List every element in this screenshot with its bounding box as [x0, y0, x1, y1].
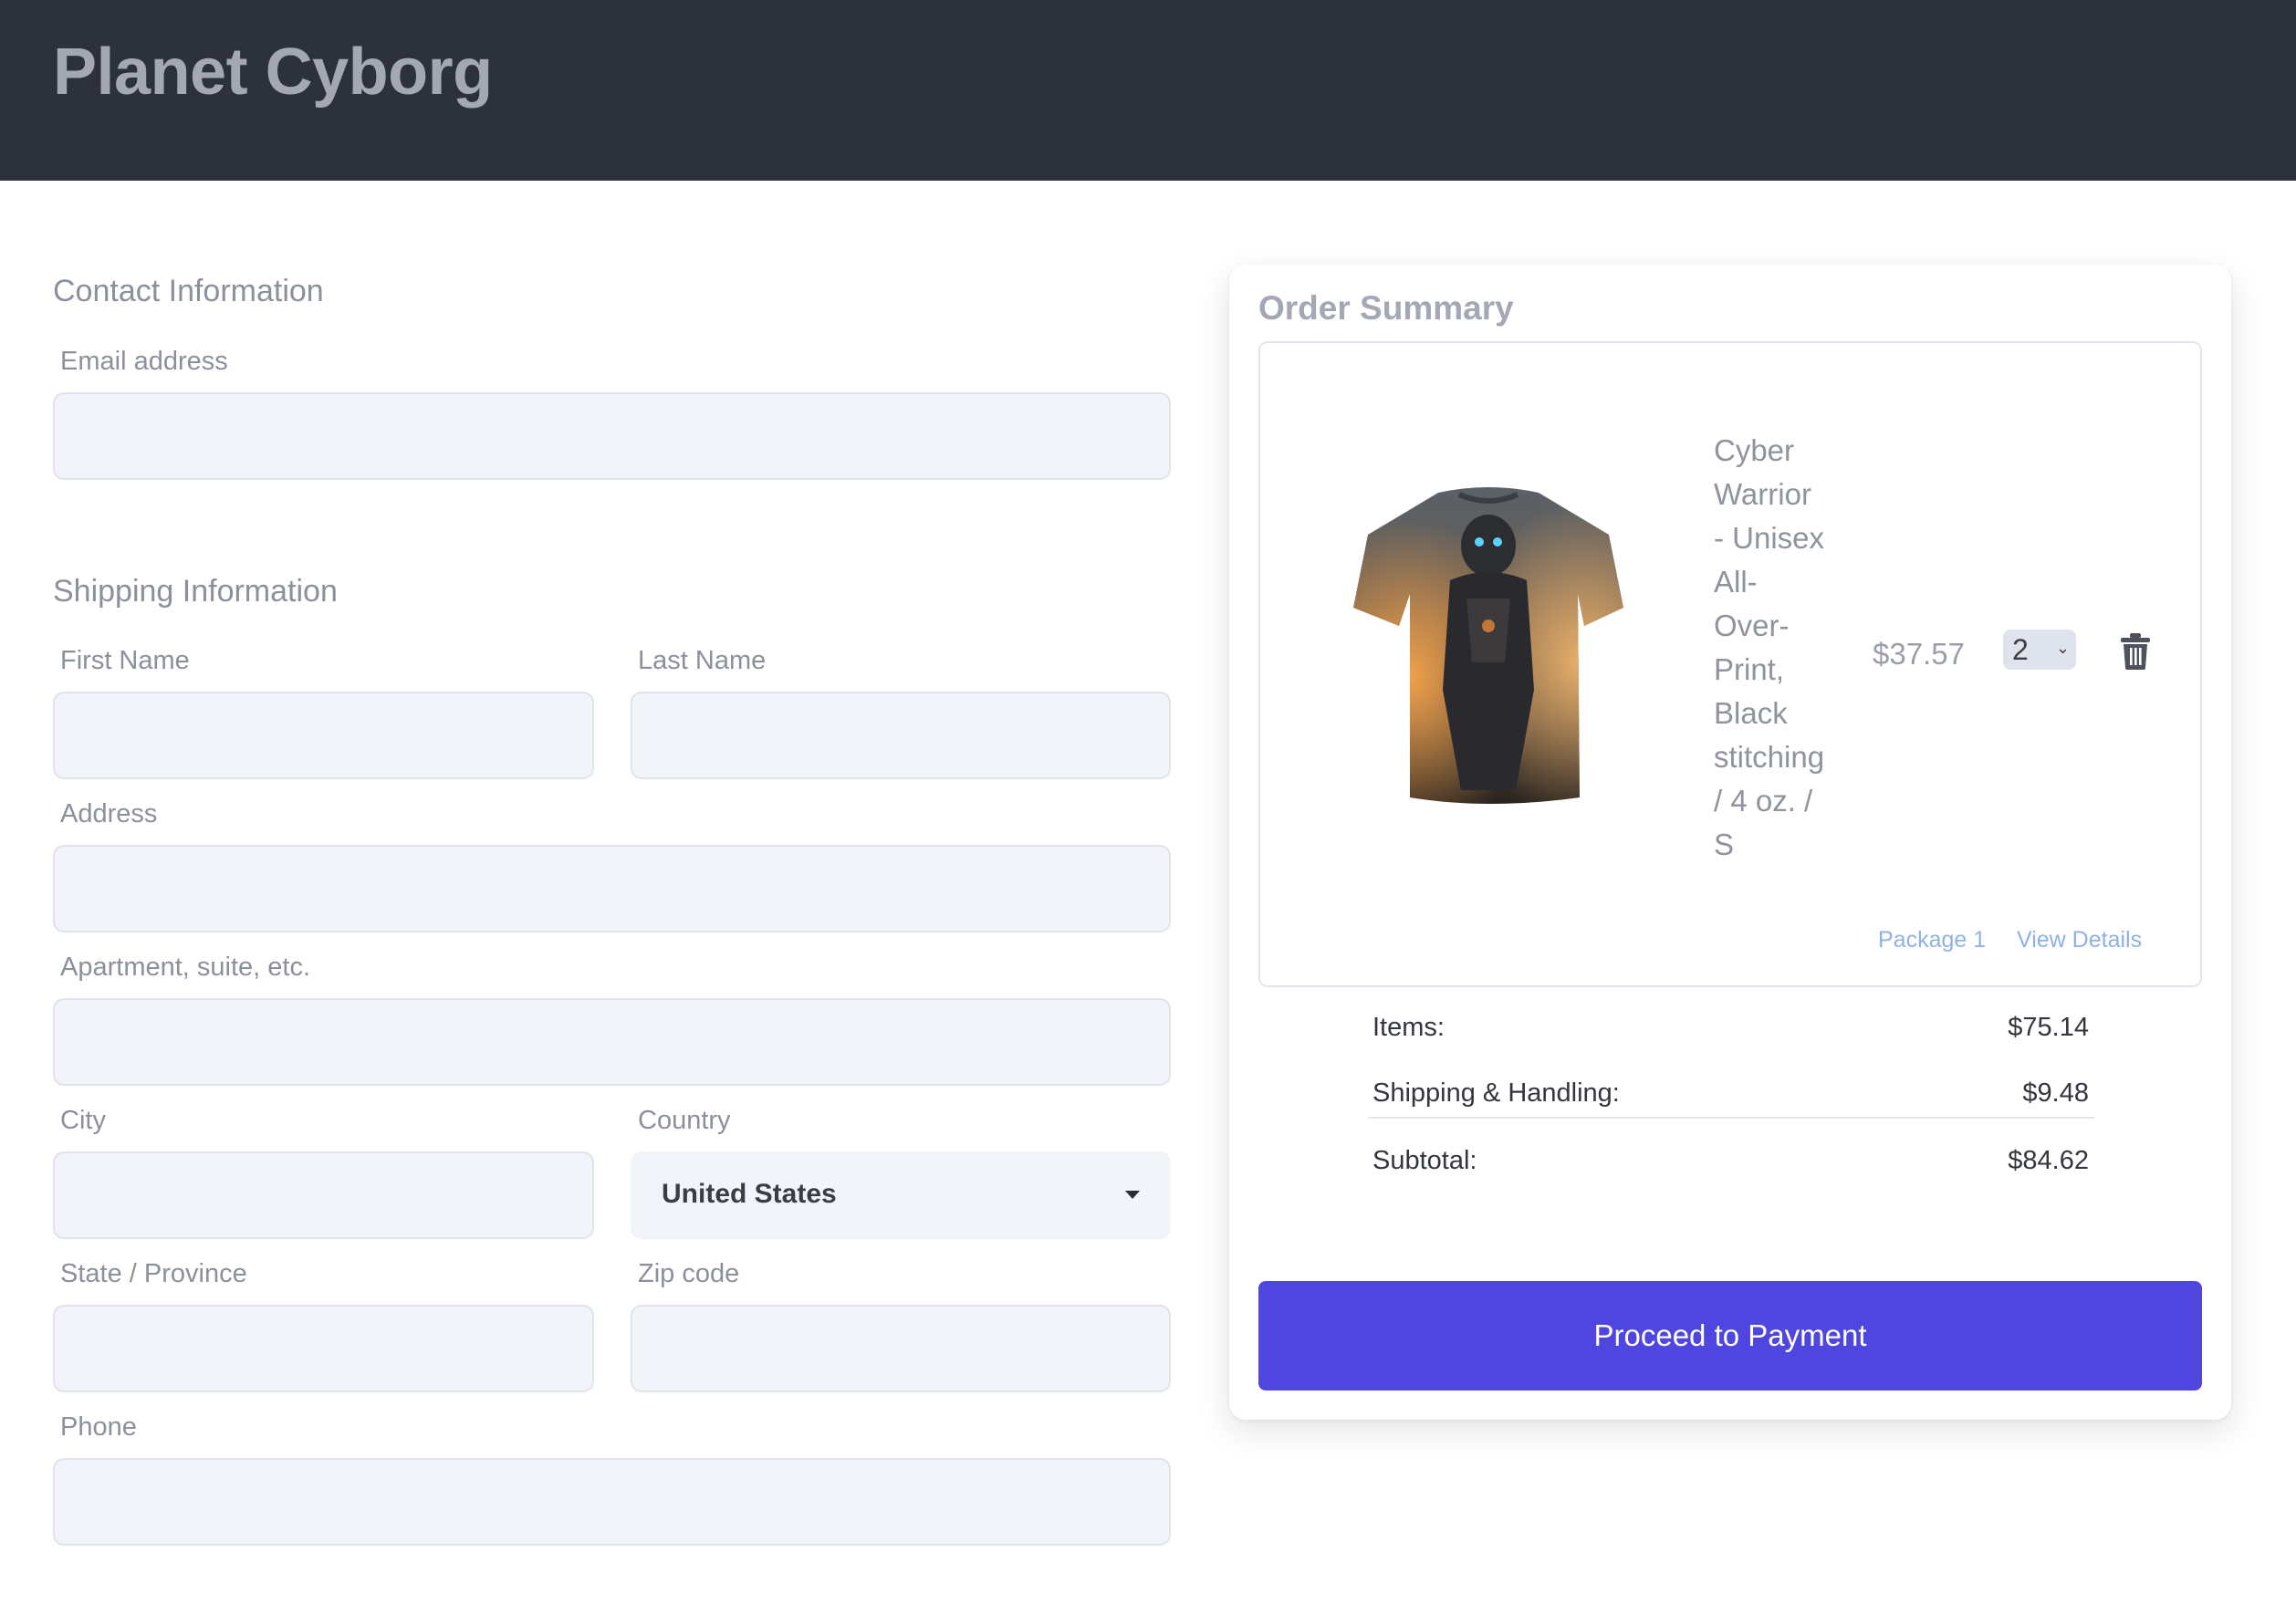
item-name-line: S	[1714, 828, 1735, 861]
item-price: $37.57	[1873, 637, 1965, 671]
item-name-line: Warrior	[1714, 477, 1811, 511]
shipping-total-label: Shipping & Handling:	[1372, 1078, 1620, 1108]
quantity-select[interactable]: 2 ⌄	[2003, 630, 2076, 670]
shipping-total-row: Shipping & Handling: $9.48	[1372, 1078, 2089, 1115]
state-field[interactable]	[53, 1305, 594, 1392]
apartment-label: Apartment, suite, etc.	[60, 953, 311, 982]
totals-divider	[1368, 1117, 2094, 1119]
item-name-line: / 4 oz. /	[1714, 784, 1813, 818]
zip-field[interactable]	[631, 1305, 1171, 1392]
proceed-to-payment-button[interactable]: Proceed to Payment	[1258, 1281, 2202, 1390]
city-field[interactable]	[53, 1151, 594, 1239]
country-select[interactable]: United States	[631, 1151, 1171, 1239]
items-total-value: $75.14	[2008, 1013, 2089, 1042]
last-name-label: Last Name	[638, 646, 767, 675]
item-name-line: Black	[1714, 696, 1788, 730]
caret-down-icon	[1125, 1191, 1140, 1199]
order-summary-card: Order Summary Cyber Warrior - Unisex All…	[1229, 265, 2231, 1420]
items-total-row: Items: $75.14	[1372, 1013, 2089, 1049]
phone-label: Phone	[60, 1412, 137, 1442]
item-name-line: Print,	[1714, 652, 1785, 686]
item-name-line: - Unisex	[1714, 521, 1825, 555]
item-name: Cyber Warrior - Unisex All- Over- Print, Black…	[1714, 429, 1851, 867]
first-name-field[interactable]	[53, 692, 594, 779]
subtotal-label: Subtotal:	[1372, 1146, 1477, 1175]
item-name-line: Cyber	[1714, 433, 1795, 467]
phone-field[interactable]	[53, 1458, 1171, 1546]
cart-item: Cyber Warrior - Unisex All- Over- Print, Black…	[1258, 341, 2202, 987]
email-label: Email address	[60, 347, 228, 376]
quantity-value: 2	[2012, 633, 2029, 666]
city-label: City	[60, 1106, 106, 1135]
package-link[interactable]: Package 1	[1878, 927, 1986, 953]
top-header: Planet Cyborg	[0, 0, 2296, 181]
item-name-line: Over-	[1714, 609, 1790, 642]
chevron-down-icon: ⌄	[2056, 639, 2071, 657]
email-field[interactable]	[53, 392, 1171, 480]
tshirt-image	[1353, 487, 1623, 804]
contact-section-title: Contact Information	[53, 274, 324, 308]
brand-title: Planet Cyborg	[53, 36, 493, 109]
last-name-field[interactable]	[631, 692, 1171, 779]
subtotal-row: Subtotal: $84.62	[1372, 1146, 2089, 1182]
items-total-label: Items:	[1372, 1013, 1445, 1042]
zip-label: Zip code	[638, 1259, 740, 1288]
order-summary-title: Order Summary	[1258, 289, 1514, 327]
country-label: Country	[638, 1106, 731, 1135]
trash-icon[interactable]	[2120, 633, 2151, 670]
shipping-section-title: Shipping Information	[53, 574, 338, 609]
address-field[interactable]	[53, 845, 1171, 932]
address-label: Address	[60, 799, 158, 828]
view-details-link[interactable]: View Details	[2017, 927, 2142, 953]
shipping-total-value: $9.48	[2022, 1078, 2089, 1108]
item-name-line: stitching	[1714, 740, 1825, 774]
subtotal-value: $84.62	[2008, 1146, 2089, 1175]
item-name-line: All-	[1714, 565, 1758, 599]
first-name-label: First Name	[60, 646, 190, 675]
state-label: State / Province	[60, 1259, 247, 1288]
country-select-value: United States	[662, 1179, 837, 1209]
apartment-field[interactable]	[53, 998, 1171, 1086]
